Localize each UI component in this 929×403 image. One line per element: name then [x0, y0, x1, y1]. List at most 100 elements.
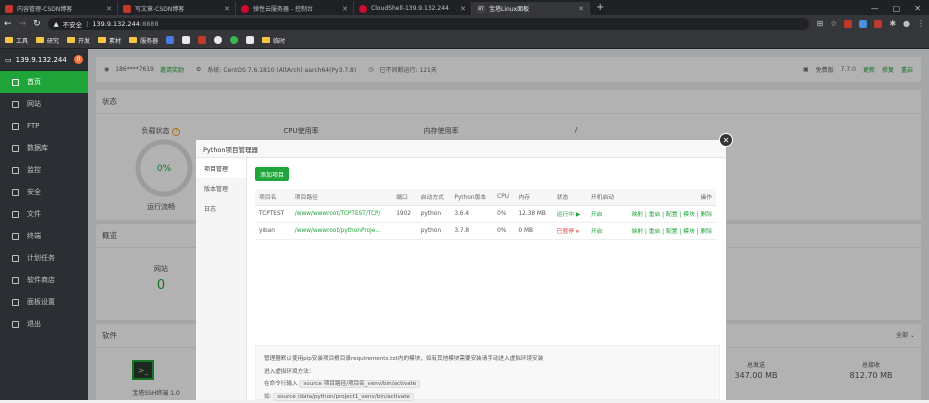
github-icon[interactable]	[214, 36, 222, 44]
tip-line: 如: source /data/python/project1_venv/bin…	[264, 391, 711, 403]
warning-icon: ▲	[54, 20, 59, 28]
url-host: 139.9.132.244	[92, 20, 140, 28]
project-status[interactable]: 已暂停 ⏸	[553, 222, 587, 239]
column-header: 端口	[392, 189, 417, 205]
back-icon[interactable]: ←	[4, 19, 12, 29]
project-mem: 12.38 MB	[514, 205, 552, 222]
sidebar-item-security[interactable]: 安全	[0, 181, 88, 203]
project-path-link[interactable]: /www/wwwroot/TCPTEST/TCP/	[291, 205, 392, 222]
sidebar-item-settings[interactable]: 面板设置	[0, 291, 88, 313]
bookmark-folder[interactable]: 素材	[98, 36, 121, 45]
close-tab-icon[interactable]: ✕	[342, 5, 348, 13]
project-pyver: 3.7.8	[450, 222, 493, 239]
clock-icon	[12, 255, 19, 262]
monitor-icon: ▭	[5, 56, 12, 64]
address-bar[interactable]: ▲ 不安全 | 139.9.132.244:8888	[48, 18, 810, 30]
bookmark-folder[interactable]: 服务器	[129, 36, 158, 45]
browser-tab[interactable]: 写文章-CSDN博客✕	[118, 2, 236, 15]
project-port	[392, 222, 417, 239]
extension-icon[interactable]	[859, 20, 867, 28]
browser-tab[interactable]: 弹性云服务器 - 控制台✕	[236, 2, 354, 15]
close-tab-icon[interactable]: ✕	[224, 5, 230, 13]
bookmark-icon[interactable]	[166, 36, 174, 44]
terminal-icon	[12, 233, 19, 240]
tip-line: 管理器默认使用pip安装项目根目录requirements.txt内的模块，如有…	[264, 353, 711, 366]
tip-line: 进入虚拟环境方法：	[264, 366, 711, 379]
bookmark-icon[interactable]	[246, 36, 254, 44]
column-header: 项目路径	[291, 189, 392, 205]
close-tab-icon[interactable]: ✕	[460, 5, 466, 13]
sidebar-item-cron[interactable]: 计划任务	[0, 247, 88, 269]
folder-icon	[262, 37, 270, 43]
server-header: ▭ 139.9.132.244 0	[0, 49, 88, 71]
bookmark-folder[interactable]: 开发	[67, 36, 90, 45]
puzzle-icon[interactable]: ✱	[889, 19, 896, 28]
bookmark-icon[interactable]	[198, 36, 206, 44]
avatar[interactable]: ●	[903, 19, 910, 28]
maximize-icon[interactable]: ▢	[893, 4, 901, 13]
reload-icon[interactable]: ↻	[33, 19, 41, 29]
globe-icon	[12, 101, 19, 108]
column-header: CPU	[493, 189, 514, 205]
column-header: 内存	[514, 189, 552, 205]
menu-icon[interactable]: ⋮	[917, 19, 925, 28]
project-actions[interactable]: 映射 | 重启 | 配置 | 模块 | 删除	[620, 205, 716, 222]
forward-icon[interactable]: →	[19, 19, 27, 29]
separator: |	[86, 20, 88, 28]
gear-icon	[12, 299, 19, 306]
sidebar-item-files[interactable]: 文件	[0, 203, 88, 225]
column-header: 状态	[553, 189, 587, 205]
close-tab-icon[interactable]: ✕	[106, 5, 112, 13]
project-actions[interactable]: 映射 | 重启 | 配置 | 模块 | 删除	[620, 222, 716, 239]
browser-extensions: ⊞ ☆ ✱ ● ⋮	[816, 19, 925, 28]
shield-icon	[12, 189, 19, 196]
star-icon[interactable]: ☆	[830, 19, 837, 28]
sidebar-item-website[interactable]: 网站	[0, 93, 88, 115]
message-badge[interactable]: 0	[74, 55, 83, 64]
sidebar-item-store[interactable]: 软件商店	[0, 269, 88, 291]
table-header: 项目名 项目路径 端口 启动方式 Python版本 CPU 内存 状态 开机启动…	[255, 189, 716, 205]
bookmark-folder[interactable]: 临时	[262, 36, 285, 45]
browser-tab-active[interactable]: BT宝塔Linux面板✕	[472, 2, 590, 15]
project-autostart[interactable]: 开启	[587, 222, 621, 239]
bookmarks-bar: 工具 研究 开发 素材 服务器 临时	[0, 32, 929, 49]
url-port: :8888	[140, 20, 159, 28]
sidebar-item-home[interactable]: 首页	[0, 71, 88, 93]
csdn-icon	[5, 5, 13, 13]
server-ip: 139.9.132.244	[16, 56, 67, 64]
bookmark-folder[interactable]: 工具	[5, 36, 28, 45]
folder-icon	[36, 37, 44, 43]
sidebar-item-logout[interactable]: 退出	[0, 313, 88, 335]
sidebar-item-ftp[interactable]: FTP	[0, 115, 88, 137]
new-tab-button[interactable]: +	[590, 2, 610, 15]
modal-close-button[interactable]: ✕	[719, 133, 733, 147]
sidebar-item-monitor[interactable]: 监控	[0, 159, 88, 181]
close-tab-icon[interactable]: ✕	[578, 5, 584, 13]
project-status[interactable]: 运行中 ▶	[553, 205, 587, 222]
sidebar-item-database[interactable]: 数据库	[0, 137, 88, 159]
bookmark-icon[interactable]	[182, 36, 190, 44]
project-table: 项目名 项目路径 端口 启动方式 Python版本 CPU 内存 状态 开机启动…	[255, 189, 716, 240]
project-path-link[interactable]: /www/wwwroot/pythonProje...	[291, 222, 392, 239]
table-row: yiban /www/wwwroot/pythonProje... python…	[255, 222, 716, 239]
extension-icon[interactable]	[844, 20, 852, 28]
project-cpu: 0%	[493, 222, 514, 239]
close-window-icon[interactable]: ✕	[914, 4, 921, 13]
modal-title: Python项目管理器	[196, 140, 726, 158]
project-pyver: 3.6.4	[450, 205, 493, 222]
modal-tab-logs[interactable]: 日志	[196, 198, 246, 218]
bookmark-icon[interactable]	[230, 36, 238, 44]
translate-icon[interactable]: ⊞	[816, 19, 823, 28]
modal-tab-projects[interactable]: 项目管理	[196, 158, 246, 178]
minimize-icon[interactable]: —	[871, 4, 879, 13]
add-project-button[interactable]: 添加项目	[255, 167, 289, 181]
sidebar-item-terminal[interactable]: 终端	[0, 225, 88, 247]
extension-icon[interactable]	[874, 20, 882, 28]
csdn-icon	[123, 5, 131, 13]
modal-tab-versions[interactable]: 版本管理	[196, 178, 246, 198]
bookmark-folder[interactable]: 研究	[36, 36, 59, 45]
project-name: TCPTEST	[255, 205, 291, 222]
browser-tab[interactable]: CloudShell-139.9.132.244✕	[354, 2, 472, 15]
project-autostart[interactable]: 开启	[587, 205, 621, 222]
browser-tab[interactable]: 内容管理-CSDN博客✕	[0, 2, 118, 15]
